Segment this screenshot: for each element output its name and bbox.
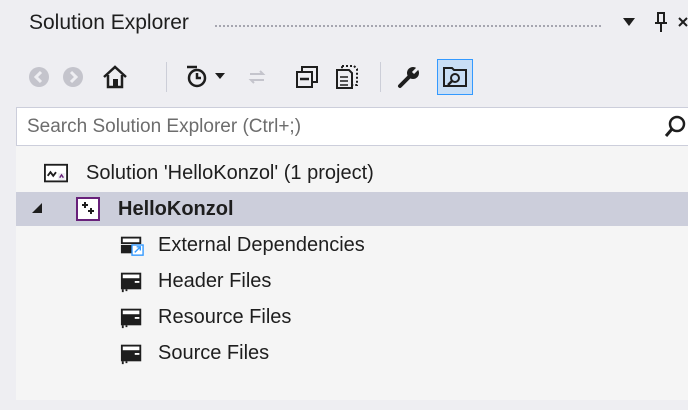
- circle-arrow-left-icon: [29, 67, 49, 87]
- clock-icon: [187, 65, 207, 88]
- tree-item-folder[interactable]: Source Files: [16, 336, 688, 370]
- panel-title: Solution Explorer: [29, 11, 189, 34]
- tree-item-label: Resource Files: [158, 305, 292, 328]
- panel-title-bar: Solution Explorer: [0, 0, 688, 48]
- preview-selected-items-button[interactable]: [437, 59, 473, 95]
- panel-bottom-edge: [0, 400, 688, 410]
- search-input[interactable]: [27, 108, 647, 145]
- pin-icon[interactable]: [650, 9, 672, 35]
- collapse-all-icon: [296, 66, 318, 88]
- solution-explorer-toolbar: [0, 52, 688, 100]
- close-icon[interactable]: [678, 9, 688, 35]
- filter-folder-icon: [120, 344, 142, 365]
- pending-changes-filter-button[interactable]: [176, 60, 234, 94]
- sync-icon: [248, 70, 266, 84]
- tree-item-project[interactable]: HelloKonzol: [16, 192, 688, 226]
- toolbar-separator: [380, 62, 381, 92]
- tree-item-folder[interactable]: Header Files: [16, 264, 688, 298]
- tree-item-solution[interactable]: Solution 'HelloKonzol' (1 project): [16, 156, 688, 190]
- window-position-dropdown-icon[interactable]: [618, 9, 640, 35]
- home-button[interactable]: [98, 60, 132, 94]
- tree-item-label: Header Files: [158, 269, 272, 292]
- filter-folder-icon: [120, 308, 142, 329]
- back-button[interactable]: [22, 60, 56, 94]
- solution-tree[interactable]: Solution 'HelloKonzol' (1 project) Hello…: [16, 146, 688, 400]
- tree-item-label: Solution 'HelloKonzol' (1 project): [86, 161, 374, 184]
- preview-icon: [443, 67, 467, 87]
- tree-item-label: External Dependencies: [158, 233, 365, 256]
- forward-button[interactable]: [56, 60, 90, 94]
- tree-item-label: Source Files: [158, 341, 270, 364]
- toolbar-separator: [166, 62, 167, 92]
- circle-arrow-right-icon: [63, 67, 83, 87]
- show-all-files-button[interactable]: [330, 60, 364, 94]
- filter-folder-icon: [120, 272, 142, 293]
- home-icon: [103, 65, 127, 89]
- collapse-all-button[interactable]: [290, 60, 324, 94]
- show-all-files-icon: [336, 65, 358, 89]
- chevron-down-icon: [215, 73, 225, 79]
- properties-button[interactable]: [392, 60, 426, 94]
- external-dependencies-icon: [120, 236, 144, 256]
- search-icon[interactable]: [664, 115, 686, 139]
- cpp-project-icon: [76, 197, 100, 221]
- title-grip[interactable]: [214, 24, 602, 29]
- search-box[interactable]: [16, 107, 688, 146]
- tree-item-label: HelloKonzol: [118, 197, 234, 220]
- tree-item-folder[interactable]: Resource Files: [16, 300, 688, 334]
- expand-collapse-icon[interactable]: [30, 201, 44, 220]
- solution-icon: [44, 163, 68, 183]
- wrench-icon: [398, 65, 421, 88]
- tree-item-folder[interactable]: External Dependencies: [16, 228, 688, 262]
- sync-button[interactable]: [240, 60, 274, 94]
